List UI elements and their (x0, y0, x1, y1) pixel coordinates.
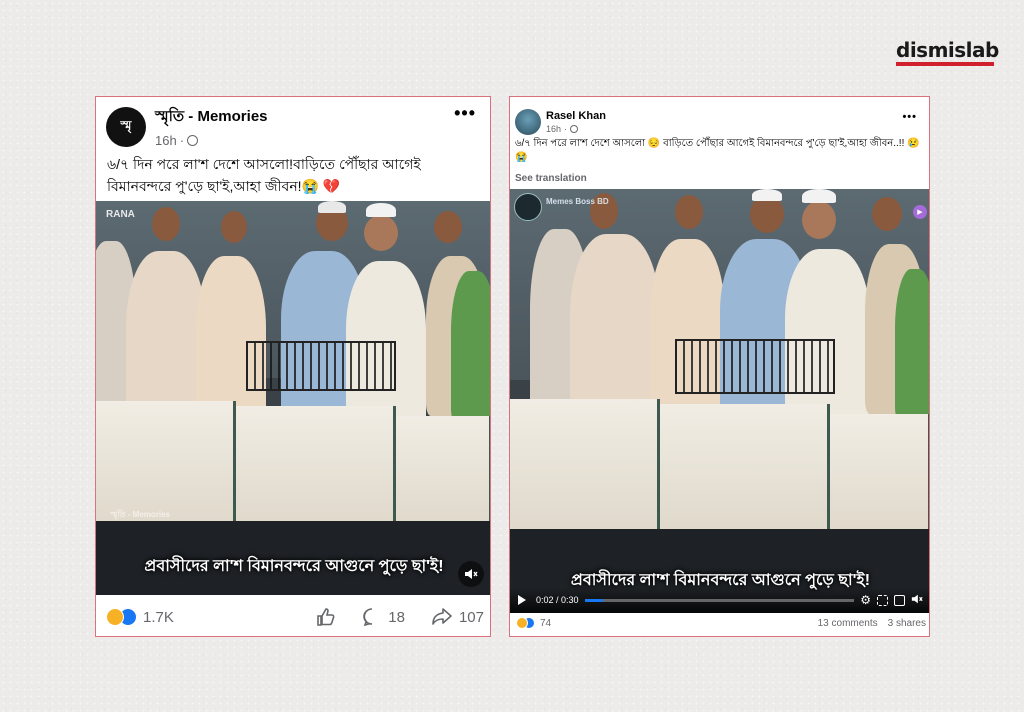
post-time[interactable]: 16h (155, 133, 177, 148)
video-subtitle: প্রবাসীদের লা'শ বিমানবন্দরে আগুনে পুড়ে … (144, 558, 444, 575)
comment-icon (363, 608, 373, 627)
reaction-count: 74 (540, 617, 552, 629)
video-frame (96, 201, 490, 595)
share-icon (432, 608, 452, 625)
profile-avatar[interactable] (515, 109, 541, 135)
reactions-summary[interactable]: 74 (516, 617, 551, 629)
page-avatar[interactable]: স্মৃ (106, 106, 146, 147)
settings-icon[interactable]: ⚙ (860, 594, 871, 606)
like-button[interactable] (316, 607, 336, 627)
video-frame (510, 189, 929, 613)
video-controls: 0:02 / 0:30 ⚙ (510, 587, 929, 613)
share-button[interactable]: 107 (431, 607, 484, 627)
see-translation-link[interactable]: See translation (515, 173, 587, 184)
post-header: স্মৃ স্মৃতি - Memories 16h · (106, 105, 268, 148)
video-time: 0:02 / 0:30 (536, 595, 579, 605)
post-caption: ৬/৭ দিন পরে লা'শ দেশে আসলো 😔 বাড়িতে পৌঁ… (515, 138, 920, 163)
video-camera-icon: ▶ (913, 205, 927, 219)
video-player[interactable]: Memes Boss BD ▶ প্রবাসীদের লা'শ বিমানবন্… (510, 189, 929, 613)
facebook-post-left: স্মৃ স্মৃতি - Memories 16h · ••• ৬/৭ দিন… (95, 96, 491, 637)
post-caption: ৬/৭ দিন পরে লা'শ দেশে আসলো!বাড়িতে পৌঁছা… (107, 156, 421, 194)
video-progress-bar[interactable] (584, 598, 855, 602)
more-dots-icon[interactable]: ••• (454, 103, 476, 124)
post-footer: 1.7K 18 107 (106, 607, 484, 627)
comment-button[interactable]: 18 (362, 607, 405, 627)
reactions-summary[interactable]: 1.7K (106, 608, 174, 626)
sad-reaction-icon (516, 617, 528, 629)
sad-reaction-icon (106, 608, 124, 626)
pip-icon[interactable] (894, 594, 905, 606)
reaction-count: 1.7K (143, 608, 174, 626)
post-header: Rasel Khan 16h · (515, 109, 606, 135)
play-icon[interactable] (518, 595, 526, 605)
video-watermark: RANA (106, 209, 135, 220)
more-dots-icon[interactable]: ••• (902, 111, 917, 123)
watermark-avatar (514, 193, 542, 221)
video-watermark-secondary: স্মৃতি - Memories (110, 510, 170, 519)
video-player[interactable]: RANA স্মৃতি - Memories প্রবাসীদের লা'শ ব… (96, 201, 490, 595)
shares-link[interactable]: 3 shares (888, 618, 926, 629)
post-footer: 74 13 comments 3 shares (516, 617, 926, 629)
like-icon (317, 608, 335, 626)
mute-icon[interactable] (458, 561, 484, 587)
brand-logo: dismislab (896, 38, 999, 62)
video-watermark: Memes Boss BD (546, 197, 609, 206)
fullscreen-icon[interactable] (877, 594, 888, 606)
comments-link[interactable]: 13 comments (818, 618, 878, 629)
comment-count: 18 (388, 608, 405, 626)
facebook-post-right: Rasel Khan 16h · ••• ৬/৭ দিন পরে লা'শ দে… (509, 96, 930, 637)
post-time[interactable]: 16h (546, 124, 561, 134)
brand-underline (896, 62, 994, 66)
share-count: 107 (458, 608, 484, 626)
mute-icon[interactable] (911, 593, 923, 607)
globe-icon (570, 125, 579, 133)
profile-name[interactable]: Rasel Khan (546, 110, 606, 122)
globe-icon (187, 135, 199, 146)
page-name[interactable]: স্মৃতি - Memories (155, 105, 268, 130)
